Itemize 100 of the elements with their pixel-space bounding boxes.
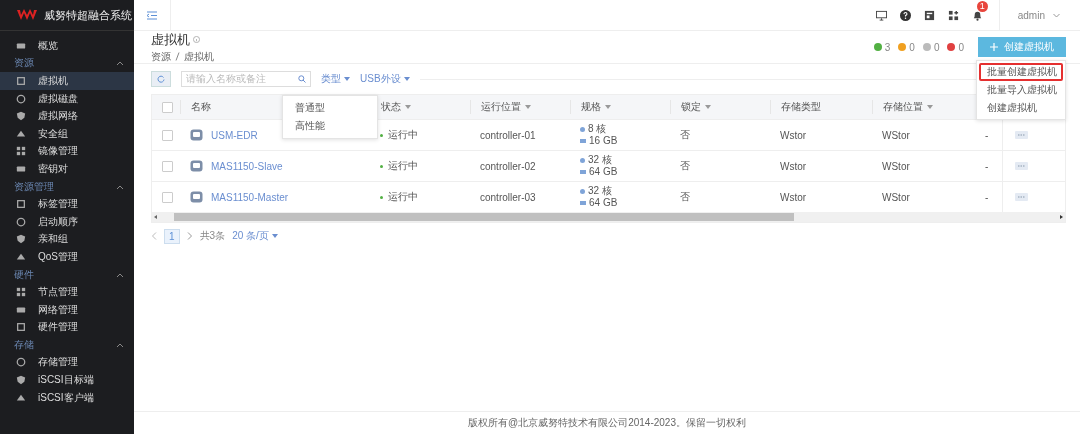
monitor-icon[interactable] [875, 9, 887, 21]
chevron-up-icon[interactable] [116, 341, 124, 348]
card-icon[interactable] [923, 9, 935, 21]
caret-icon [705, 105, 711, 109]
column-header[interactable]: 存储位置 [872, 100, 975, 114]
grid-icon [16, 146, 26, 157]
notification-badge: 1 [976, 0, 988, 12]
cpu-icon [580, 188, 585, 194]
scroll-left-icon[interactable] [152, 213, 160, 221]
shield-icon [16, 234, 26, 245]
circle-icon [16, 216, 26, 227]
sidebar-item[interactable]: 硬件管理 [0, 318, 134, 337]
sidebar-item[interactable]: iSCSI目标端 [0, 371, 134, 389]
table-cell-text: 否 [679, 159, 691, 173]
square-icon [16, 199, 26, 210]
vm-icon [190, 160, 203, 172]
sidebar-item[interactable]: QoS管理 [0, 248, 134, 266]
status-count: 0 [958, 41, 964, 53]
chevron-up-icon[interactable] [116, 183, 124, 190]
page-title: 虚拟机 [151, 30, 190, 49]
refresh-button[interactable] [151, 71, 171, 87]
scrollbar[interactable] [152, 212, 1065, 222]
table-cell-text: controller-01 [479, 129, 537, 141]
checkbox[interactable] [162, 191, 173, 203]
caret-icon [403, 77, 410, 81]
circle-icon [16, 357, 26, 368]
user-menu[interactable]: admin [998, 0, 1080, 30]
menu-item[interactable]: 普通型 [287, 99, 373, 117]
breadcrumb-item: 虚拟机 [184, 49, 214, 64]
menu-item[interactable]: 批量创建虚拟机 [979, 63, 1063, 81]
sidebar-item[interactable]: iSCSI客户端 [0, 388, 134, 407]
memory-icon [580, 201, 586, 205]
app-title: 威努特超融合系统 [44, 7, 132, 23]
table-cell: 16 GB [589, 135, 618, 147]
checkbox[interactable] [162, 101, 173, 113]
sidebar-item[interactable]: 镜像管理 [0, 142, 134, 161]
shield-icon [16, 111, 26, 122]
caret-icon [927, 105, 933, 109]
bell-icon[interactable] [971, 9, 983, 21]
column-header[interactable]: 运行位置 [470, 100, 570, 114]
sidebar-item[interactable]: 标签管理 [0, 195, 134, 213]
plus-icon [990, 43, 998, 51]
triangle-icon [16, 251, 26, 262]
checkbox[interactable] [162, 160, 173, 172]
table-cell-text: controller-03 [479, 191, 537, 203]
column-header[interactable]: 存储类型 [770, 100, 872, 114]
section-title: 硬件 [14, 267, 34, 282]
vm-icon [190, 191, 203, 203]
sidebar-item[interactable]: 概览 [0, 37, 134, 55]
table-cell: 运行中 [388, 128, 418, 142]
vm-icon [190, 129, 203, 141]
table-cell-text: controller-02 [479, 160, 537, 172]
memory-icon [580, 170, 586, 174]
sidebar-item[interactable]: 网络管理 [0, 300, 134, 319]
sidebar-item[interactable]: 密钥对 [0, 160, 134, 178]
total-count: 共3条 [199, 229, 226, 243]
status-count: 0 [909, 41, 915, 53]
sidebar-item[interactable]: 虚拟机 [0, 72, 134, 90]
table-cell-text: Wstor [779, 191, 808, 203]
help-icon[interactable] [899, 9, 911, 21]
table-cell-text: Wstor [779, 160, 808, 172]
menu-icon[interactable] [147, 10, 157, 20]
sidebar-item[interactable]: 存储管理 [0, 353, 134, 372]
table-cell-text: WStor [881, 191, 911, 203]
menu-item[interactable]: 高性能 [287, 117, 373, 135]
caret-icon [344, 77, 350, 81]
logo-icon [16, 9, 38, 21]
sidebar-item[interactable]: 虚拟磁盘 [0, 89, 134, 108]
sidebar-item[interactable]: 启动顺序 [0, 212, 134, 231]
menu-item[interactable]: 创建虚拟机 [979, 99, 1063, 117]
table-cell-text: - [984, 160, 990, 172]
breadcrumb-item[interactable]: 资源 [151, 49, 171, 64]
triangle-icon [16, 392, 26, 403]
chevron-up-icon[interactable] [116, 271, 124, 278]
caret-icon [605, 105, 611, 109]
sidebar-item[interactable]: 安全组 [0, 124, 134, 143]
column-header[interactable]: 规格 [570, 100, 670, 114]
filter-dropdown[interactable]: 类型 [321, 72, 350, 86]
memory-icon [580, 139, 586, 143]
section-title: 存储 [14, 337, 34, 352]
section-title: 资源 [14, 56, 34, 71]
table-cell: 运行中 [388, 159, 418, 173]
apps-icon[interactable] [947, 9, 959, 21]
sidebar-item[interactable]: 虚拟网络 [0, 107, 134, 125]
running-dot [380, 133, 383, 137]
info-icon [193, 36, 200, 43]
table-cell-text: WStor [881, 160, 911, 172]
running-dot [380, 164, 383, 168]
square-icon [16, 322, 26, 333]
filter-dropdown[interactable]: USB外设 [360, 72, 410, 86]
sidebar-item[interactable]: 亲和组 [0, 230, 134, 249]
page-size-dropdown[interactable]: 20 条/页 [232, 229, 278, 243]
checkbox[interactable] [162, 129, 173, 141]
refresh-icon [157, 75, 165, 83]
column-header[interactable]: 锁定 [670, 100, 770, 114]
status-count: 0 [933, 41, 940, 53]
menu-item[interactable]: 批量导入虚拟机 [979, 81, 1063, 99]
sidebar-item[interactable]: 节点管理 [0, 283, 134, 301]
chevron-up-icon[interactable] [116, 60, 124, 67]
caret-icon [525, 105, 531, 109]
